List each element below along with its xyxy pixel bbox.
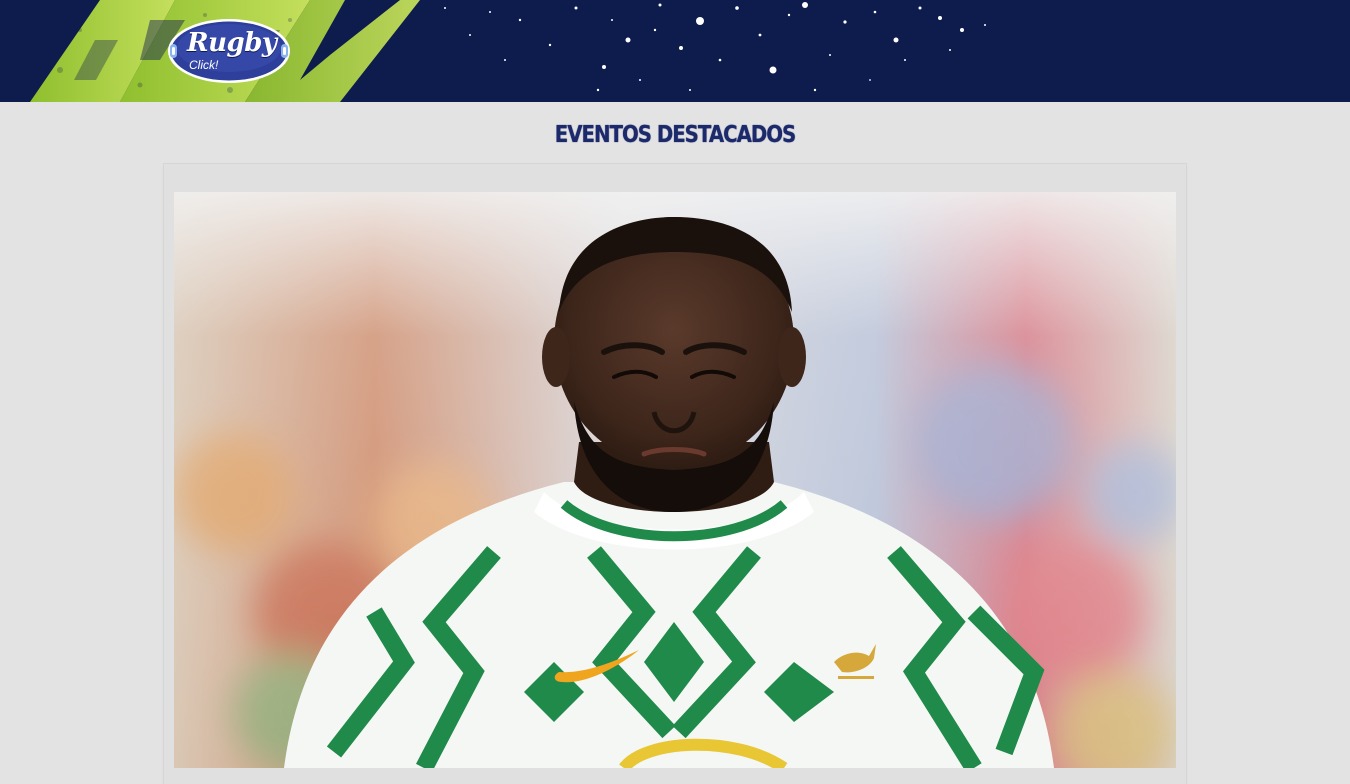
featured-event-image[interactable]: [174, 192, 1176, 768]
rugby-click-logo[interactable]: Rugby Click!: [167, 18, 291, 84]
logo-subtitle: Click!: [189, 58, 219, 72]
section-title: EVENTOS DESTACADOS: [554, 122, 797, 148]
rugby-player-photo: [174, 192, 1176, 768]
logo-title: Rugby: [187, 28, 277, 58]
site-header: Rugby Click!: [0, 0, 1350, 102]
